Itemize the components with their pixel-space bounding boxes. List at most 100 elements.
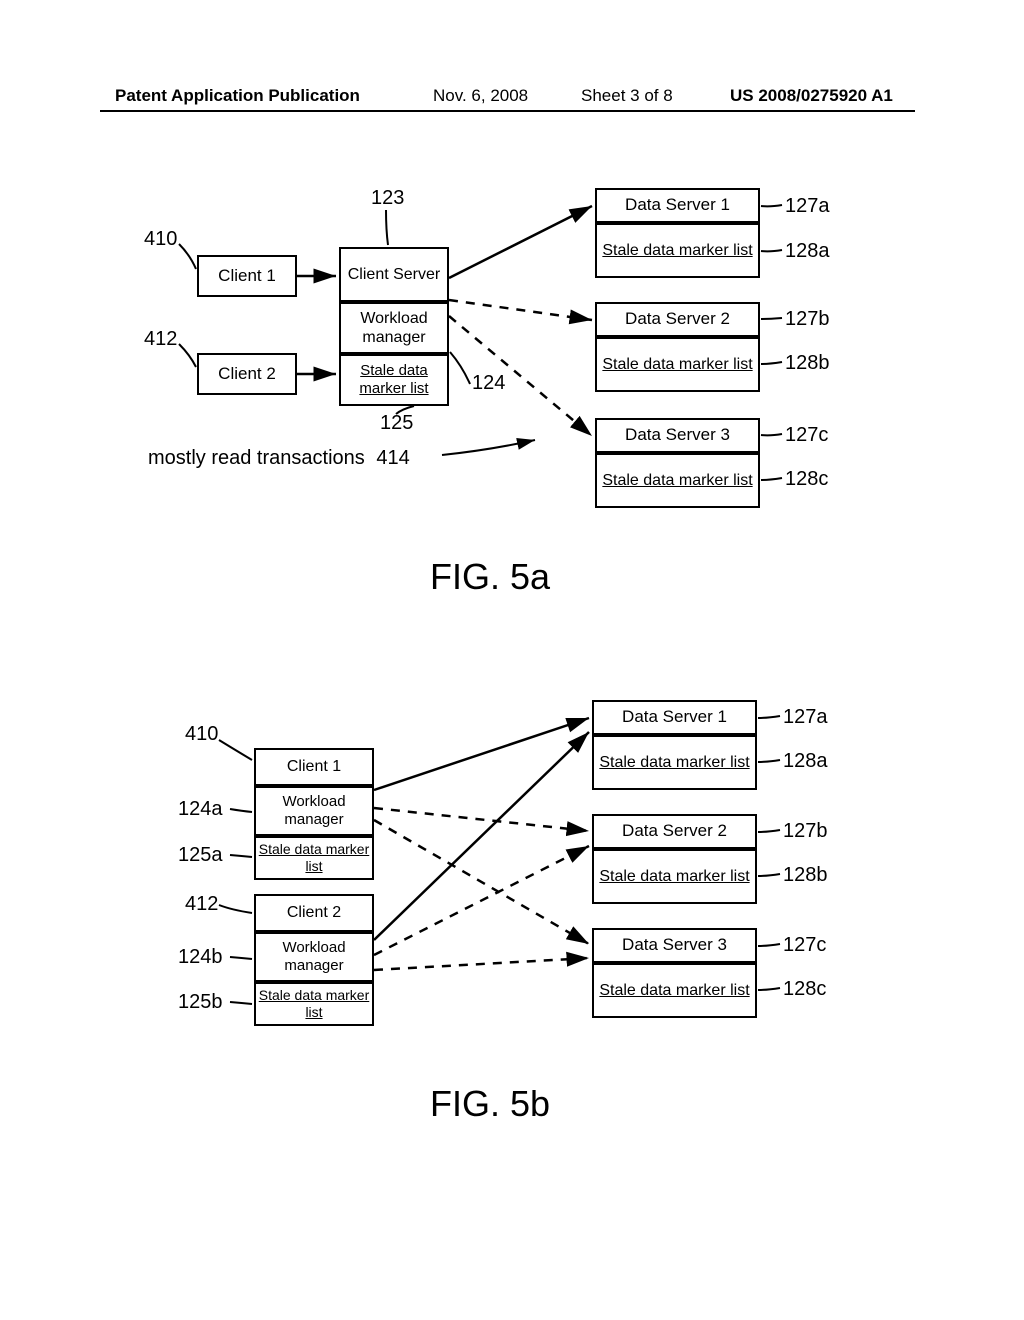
fig5b-arrow-c2-ds2 (374, 846, 589, 955)
fig5a-data-server-2-label: Data Server 2 (625, 309, 730, 329)
fig5a-client2-label: Client 2 (218, 364, 276, 384)
fig5b-ref-125a: 125a (178, 844, 223, 867)
fig5b-client2-label: Client 2 (287, 903, 341, 922)
fig5b-caption: FIG. 5b (430, 1083, 550, 1125)
fig5b-arrow-c2-ds1 (374, 732, 589, 940)
fig5b-leader-127c (758, 944, 780, 946)
header-sheet: Sheet 3 of 8 (581, 86, 673, 106)
fig5b-ref-125b: 125b (178, 991, 223, 1014)
fig5b-data-server-1-box: Data Server 1 (592, 700, 757, 735)
header-rule (100, 110, 915, 112)
fig5b-ref-127a: 127a (783, 706, 828, 729)
fig5b-leader-125a (230, 855, 252, 857)
fig5a-leader-127a (761, 205, 782, 206)
fig5b-ref-124a: 124a (178, 798, 223, 821)
fig5b-arrow-c2-ds3 (374, 958, 589, 970)
fig5a-client-server-label: Client Server (348, 265, 440, 284)
fig5a-leader-412 (179, 344, 196, 367)
fig5b-client1-box: Client 1 (254, 748, 374, 786)
header-date: Nov. 6, 2008 (433, 86, 528, 106)
header-pubnum: US 2008/0275920 A1 (730, 86, 893, 106)
fig5a-data-server-2-box: Data Server 2 (595, 302, 760, 337)
fig5a-data-server-1-box: Data Server 1 (595, 188, 760, 223)
fig5a-note-mostly-read: mostly read transactions 414 (148, 447, 410, 470)
fig5b-wm1-label: Workload manager (256, 793, 372, 829)
fig5b-client2-box: Client 2 (254, 894, 374, 932)
fig5a-data-server-1-label: Data Server 1 (625, 195, 730, 215)
fig5b-arrow-c1-ds1 (374, 718, 589, 790)
fig5a-client1-box: Client 1 (197, 255, 297, 297)
fig5b-leader-125b (230, 1002, 252, 1004)
fig5a-data-server-3-label: Data Server 3 (625, 425, 730, 445)
fig5b-ref-127c: 127c (783, 934, 826, 957)
fig5a-leader-123 (386, 210, 388, 245)
fig5b-arrow-c1-ds3 (374, 820, 589, 944)
fig5a-stale-2-label: Stale data marker list (602, 355, 752, 374)
fig5b-ref-412: 412 (185, 893, 218, 916)
fig5b-leader-127b (758, 830, 780, 832)
fig5a-arrow-cs-ds2 (449, 300, 592, 320)
fig5a-ref-412: 412 (144, 328, 177, 351)
fig5a-ref-127b: 127b (785, 308, 830, 331)
fig5b-client1-label: Client 1 (287, 757, 341, 776)
fig5a-leader-128c (761, 478, 782, 480)
fig5a-stale-data-label: Stale data marker list (341, 362, 447, 398)
fig5b-wm2-box: Workload manager (254, 932, 374, 982)
fig5b-sd1-label: Stale data marker list (256, 841, 372, 875)
fig5a-ref-127a: 127a (785, 195, 830, 218)
fig5b-wm2-label: Workload manager (256, 939, 372, 975)
fig5a-arrow-cs-ds1 (449, 206, 592, 278)
fig5a-workload-manager-box: Workload manager (339, 302, 449, 354)
fig5b-data-server-2-label: Data Server 2 (622, 821, 727, 841)
fig5a-data-server-3-box: Data Server 3 (595, 418, 760, 453)
fig5b-stale-2-box: Stale data marker list (592, 849, 757, 904)
fig5b-ref-127b: 127b (783, 820, 828, 843)
fig5b-arrow-c1-ds2 (374, 808, 589, 831)
fig5b-stale-1-label: Stale data marker list (599, 753, 749, 772)
fig5a-stale-1-label: Stale data marker list (602, 241, 752, 260)
fig5a-leader-127b (761, 318, 782, 319)
fig5b-data-server-2-box: Data Server 2 (592, 814, 757, 849)
fig5a-arrow-cs-ds3 (449, 316, 592, 436)
fig5b-data-server-3-box: Data Server 3 (592, 928, 757, 963)
fig5b-data-server-1-label: Data Server 1 (622, 707, 727, 727)
fig5b-leader-127a (758, 716, 780, 718)
fig5b-leader-128a (758, 760, 780, 762)
fig5a-workload-manager-label: Workload manager (341, 309, 447, 347)
fig5b-ref-128c: 128c (783, 978, 826, 1001)
fig5a-leader-128a (761, 250, 782, 251)
fig5b-stale-3-label: Stale data marker list (599, 981, 749, 1000)
fig5a-leader-124 (450, 352, 470, 384)
fig5a-note-text: mostly read transactions (148, 447, 365, 469)
fig5a-client-server-box: Client Server (339, 247, 449, 302)
fig5b-ref-410: 410 (185, 723, 218, 746)
fig5a-ref-128b: 128b (785, 352, 830, 375)
fig5b-stale-3-box: Stale data marker list (592, 963, 757, 1018)
fig5a-ref-128c: 128c (785, 468, 828, 491)
fig5b-leader-128c (758, 988, 780, 990)
fig5a-ref-414: 414 (376, 447, 409, 469)
fig5a-client2-box: Client 2 (197, 353, 297, 395)
fig5a-caption: FIG. 5a (430, 556, 550, 598)
fig5a-stale-1-box: Stale data marker list (595, 223, 760, 278)
fig5b-wm1-box: Workload manager (254, 786, 374, 836)
fig5b-ref-124b: 124b (178, 946, 223, 969)
fig5b-sd2-label: Stale data marker list (256, 987, 372, 1021)
fig5a-ref-125: 125 (380, 412, 413, 435)
fig5a-stale-2-box: Stale data marker list (595, 337, 760, 392)
fig5b-ref-128a: 128a (783, 750, 828, 773)
fig5b-ref-128b: 128b (783, 864, 828, 887)
header-publication-title: Patent Application Publication (115, 86, 360, 106)
fig5a-stale-data-box: Stale data marker list (339, 354, 449, 406)
fig5b-leader-124a (230, 809, 252, 812)
fig5b-leader-410 (219, 740, 252, 760)
fig5a-ref-410: 410 (144, 228, 177, 251)
fig5a-leader-127c (761, 434, 782, 435)
fig5a-leader-410 (179, 244, 196, 269)
fig5a-leader-414 (442, 440, 535, 455)
fig5a-stale-3-box: Stale data marker list (595, 453, 760, 508)
fig5b-sd2-box: Stale data marker list (254, 982, 374, 1026)
fig5a-leader-128b (761, 362, 782, 364)
fig5b-leader-412 (219, 905, 252, 913)
fig5b-leader-124b (230, 957, 252, 959)
